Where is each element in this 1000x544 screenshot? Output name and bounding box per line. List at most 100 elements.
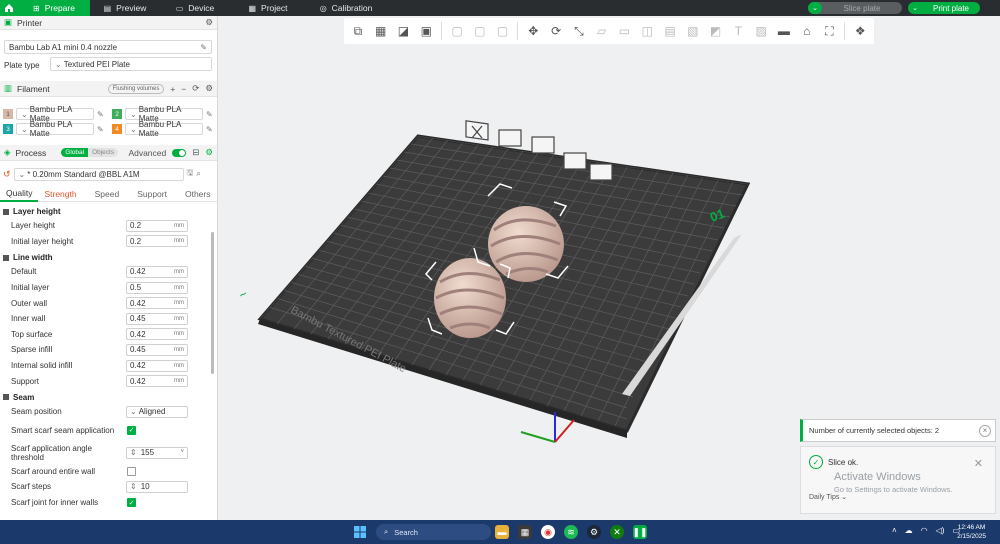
file-explorer-icon[interactable]: ▬	[495, 525, 509, 539]
app-icon[interactable]: ▦	[518, 525, 532, 539]
filament-item-4[interactable]: 4 ⌄ Bambu PLA Matte ✎	[112, 120, 213, 138]
bambu-studio-icon[interactable]: ❚❚	[632, 525, 648, 539]
volume-icon[interactable]: ◁)	[936, 526, 945, 535]
seam-position-select[interactable]: ⌄ Aligned	[126, 405, 188, 418]
flushing-volumes-button[interactable]: Flushing volumes	[107, 83, 165, 94]
setting-row: Sparse infill 0.45 mm	[0, 342, 217, 358]
spinner-icon[interactable]: ⇕	[130, 482, 137, 491]
edit-icon[interactable]: ✎	[200, 43, 207, 52]
chevron-down-icon: ⌄	[130, 109, 137, 119]
layer-height-input[interactable]: 0.2 mm	[126, 219, 188, 232]
search-icon[interactable]: ⌕	[196, 169, 200, 179]
cloud-icon[interactable]: ☁	[905, 526, 913, 535]
smart-scarf-checkbox[interactable]: ✓	[127, 426, 136, 436]
taskbar-search[interactable]: ⌕ Search	[376, 524, 491, 540]
initial-layer-height-input[interactable]: 0.2 mm	[126, 235, 188, 248]
home-button[interactable]	[0, 0, 18, 16]
wifi-icon[interactable]: ◠	[921, 526, 928, 535]
line-width-internal-solid-infill-input[interactable]: 0.42 mm	[126, 359, 188, 372]
line-width-top-surface-input[interactable]: 0.42 mm	[126, 328, 188, 341]
filament-color-swatch[interactable]: 2	[112, 109, 122, 119]
filament-item-3[interactable]: 3 ⌄ Bambu PLA Matte ✎	[3, 120, 104, 138]
spinner-icon[interactable]: ⇕	[130, 448, 137, 457]
filament-section-header: ▥ Filament Flushing volumes + − ⟳ ⚙	[0, 81, 217, 97]
close-icon[interactable]: ✕	[974, 457, 983, 470]
tab-project[interactable]: ▦ Project	[230, 0, 306, 16]
tab-quality[interactable]: Quality	[0, 186, 39, 202]
line-width-inner-wall-input[interactable]: 0.45 mm	[126, 312, 188, 325]
spotify-icon[interactable]: ≋	[564, 525, 578, 539]
chevron-down-icon[interactable]: ⌄	[908, 2, 922, 14]
plate-type-select[interactable]: ⌄ Textured PEI Plate	[50, 57, 212, 71]
edit-icon[interactable]: ✎	[206, 125, 213, 134]
scarf-angle-input[interactable]: ⇕ 155 ˅	[126, 446, 188, 459]
compare-icon[interactable]: ⊟	[192, 147, 199, 158]
chevron-down-icon: ˅	[180, 449, 184, 456]
line-width-initial-layer-input[interactable]: 0.5 mm	[126, 281, 188, 294]
chevron-up-icon[interactable]: ˄	[892, 526, 897, 535]
scarf-entire-wall-checkbox[interactable]	[127, 466, 136, 476]
settings-scrollbar[interactable]	[211, 232, 214, 374]
arrange-plate-icon[interactable]	[531, 136, 555, 154]
tab-speed[interactable]: Speed	[89, 189, 126, 199]
filament-color-swatch[interactable]: 3	[3, 124, 13, 134]
xbox-icon[interactable]: ✕	[610, 525, 624, 539]
tab-preview[interactable]: ▤ Preview	[90, 0, 160, 16]
reset-icon[interactable]: ↺	[3, 169, 11, 180]
windows-start-icon[interactable]	[353, 525, 367, 539]
model-object-back[interactable]	[488, 206, 564, 282]
edit-icon[interactable]: ✎	[97, 110, 104, 119]
slice-plate-button[interactable]: ⌄ Slice plate	[808, 2, 902, 14]
tab-support[interactable]: Support	[131, 189, 173, 199]
chevron-down-icon: ⌄	[130, 124, 137, 134]
sync-icon[interactable]: ⟳	[192, 83, 199, 94]
tab-device[interactable]: ▭ Device	[160, 0, 230, 16]
global-objects-toggle[interactable]: Global Objects	[61, 148, 119, 157]
filament-item-1[interactable]: 1 ⌄ Bambu PLA Matte ✎	[3, 105, 104, 123]
close-icon[interactable]: ×	[979, 424, 991, 437]
tab-strength[interactable]: Strength	[38, 189, 82, 199]
scarf-steps-input[interactable]: ⇕ 10	[126, 480, 188, 493]
filament-item-2[interactable]: 2 ⌄ Bambu PLA Matte ✎	[112, 105, 213, 123]
save-icon[interactable]: 🖫	[187, 167, 194, 181]
remove-icon[interactable]: −	[181, 84, 186, 94]
edit-icon[interactable]: ✎	[206, 110, 213, 119]
line-width-default-input[interactable]: 0.42 mm	[126, 265, 188, 278]
setting-row: Scarf steps ⇕ 10	[0, 479, 217, 495]
settings-icon[interactable]: ⚙	[205, 147, 213, 158]
lock-plate-icon[interactable]	[498, 129, 522, 147]
settings-icon[interactable]: ⚙	[205, 17, 213, 28]
printer-select[interactable]: Bambu Lab A1 mini 0.4 nozzle ✎	[4, 40, 212, 54]
line-width-outer-wall-input[interactable]: 0.42 mm	[126, 297, 188, 310]
global-toggle[interactable]: Global	[61, 148, 89, 157]
chrome-icon[interactable]: ◉	[541, 525, 555, 539]
model-object-front[interactable]	[434, 258, 506, 338]
chevron-down-icon[interactable]: ⌄	[808, 2, 822, 14]
filament-color-swatch[interactable]: 4	[112, 124, 122, 134]
tab-calibration[interactable]: ◎ Calibration	[306, 0, 386, 16]
activate-windows-title: Activate Windows	[834, 471, 921, 483]
add-icon[interactable]: +	[170, 84, 175, 94]
tab-others[interactable]: Others	[179, 189, 217, 199]
plate-settings-icon[interactable]	[589, 163, 613, 181]
filament-color-swatch[interactable]: 1	[3, 109, 13, 119]
settings-icon[interactable]: ⚙	[205, 83, 213, 94]
print-plate-button[interactable]: ⌄ Print plate	[908, 2, 980, 14]
objects-toggle[interactable]: Objects	[88, 148, 119, 157]
setting-row: Smart scarf seam application ✓	[11, 426, 136, 436]
tab-prepare[interactable]: ⊞ Prepare	[18, 0, 90, 16]
edit-icon[interactable]: ✎	[97, 125, 104, 134]
advanced-toggle[interactable]	[172, 148, 187, 157]
orient-plate-icon[interactable]	[563, 152, 587, 170]
close-plate-icon[interactable]	[465, 120, 489, 141]
scarf-inner-walls-checkbox[interactable]: ✓	[127, 498, 136, 508]
clock[interactable]: 12:46 AM 2/15/2025	[957, 523, 986, 541]
setting-row: Support 0.42 mm	[0, 373, 217, 389]
line-width-support-input[interactable]: 0.42 mm	[126, 375, 188, 388]
daily-tips-link[interactable]: Daily Tips ⌄	[809, 493, 847, 501]
search-icon: ⌕	[384, 527, 389, 536]
line-width-sparse-infill-input[interactable]: 0.45 mm	[126, 343, 188, 356]
process-preset-select[interactable]: ⌄ * 0.20mm Standard @BBL A1M	[13, 167, 184, 181]
steam-icon[interactable]: ⚙	[587, 525, 601, 539]
3d-viewport[interactable]: ⧉ ▦ ◪ ▣ ▢ ▢ ▢ ✥ ⟳ ⤡ ▱ ▭ ◫ ▤ ▧ ◩ T ▨ ▬ ⌂ …	[218, 16, 1000, 520]
